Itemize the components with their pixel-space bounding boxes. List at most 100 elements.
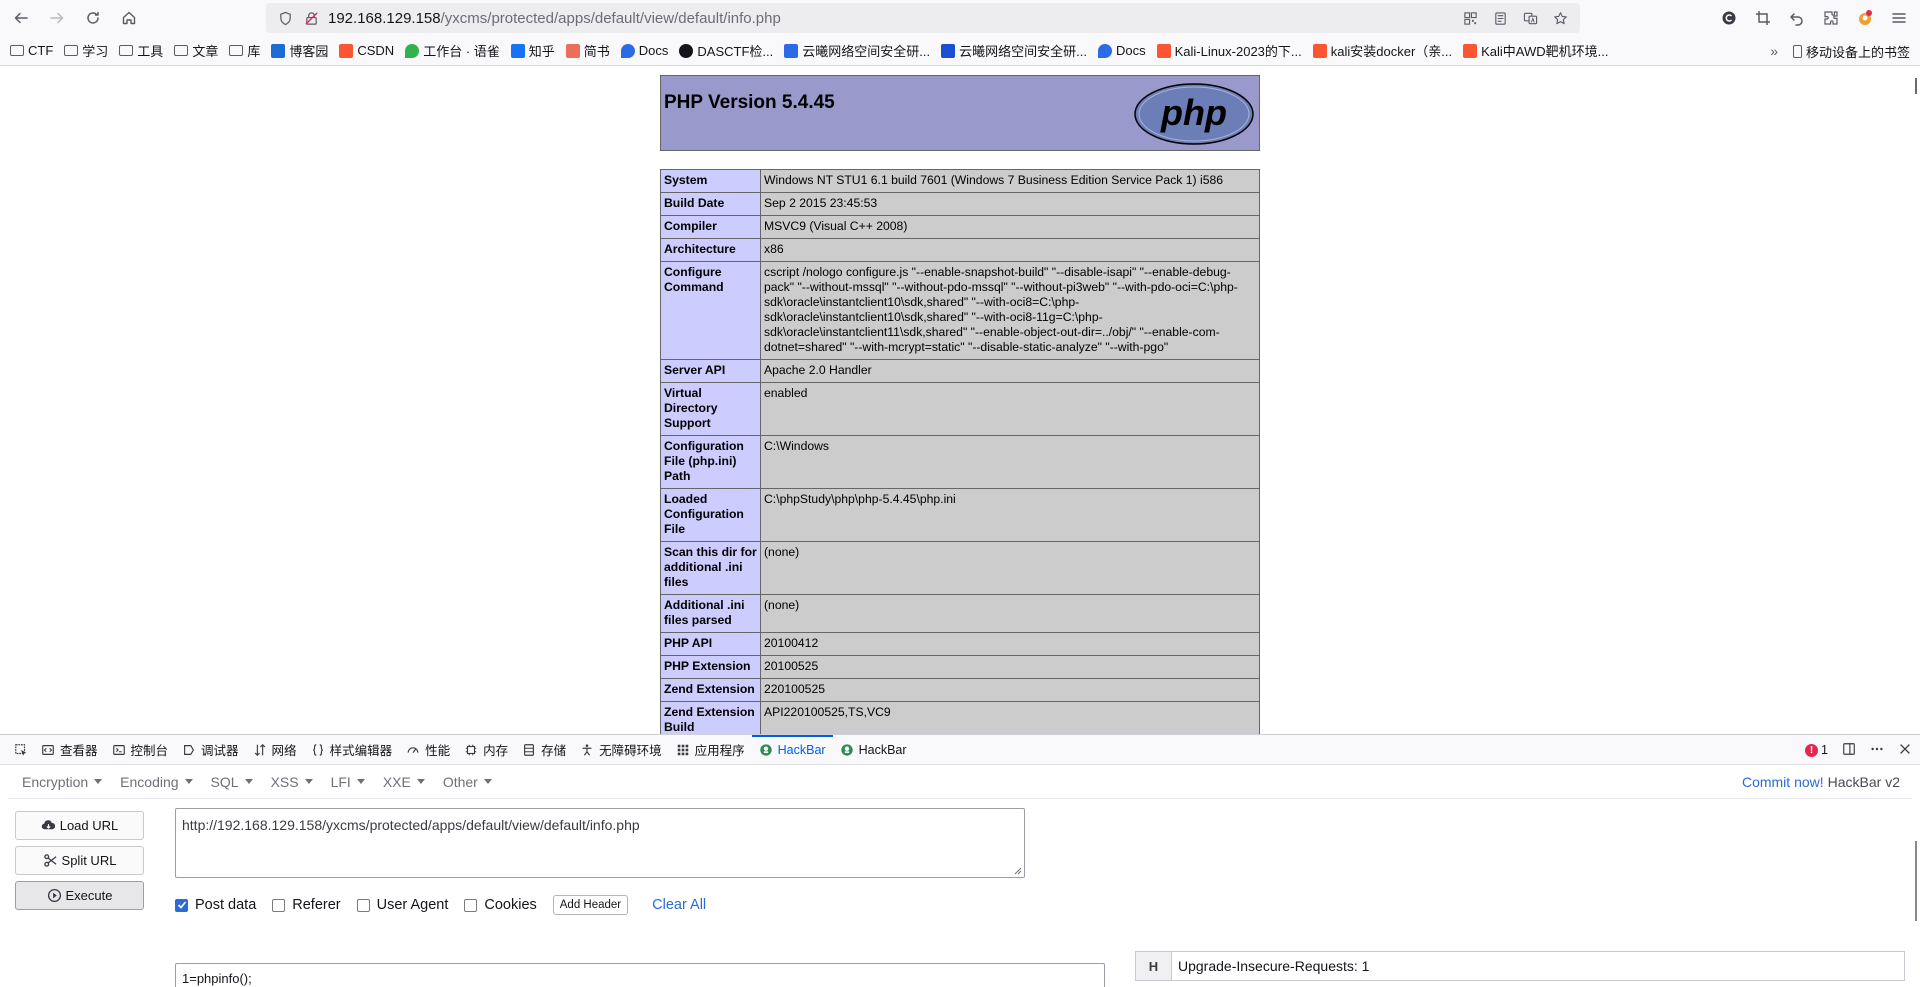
phpinfo-header: PHP Version 5.4.45 php (660, 75, 1260, 151)
reload-button[interactable] (78, 3, 108, 33)
back-button[interactable] (6, 3, 36, 33)
element-picker-button[interactable] (8, 743, 34, 757)
bookmark-item[interactable]: kali安装docker（亲... (1312, 41, 1452, 60)
bookmark-item[interactable]: 博客园 (271, 41, 328, 60)
forward-button[interactable] (42, 3, 72, 33)
bookmark-item[interactable]: 文章 (174, 41, 218, 60)
devtools-tab[interactable]: 调试器 (175, 735, 246, 765)
devtools-tab[interactable]: 应用程序 (669, 735, 752, 765)
devtools-tab[interactable]: HackBar (751, 734, 833, 765)
mobile-bookmarks-folder[interactable]: 移动设备上的书签 (1792, 36, 1910, 65)
extension-c-button[interactable] (1714, 3, 1744, 33)
devtools-tabbar: 查看器 控制台 调试器 网络 样式编辑器 性能 内存 存储 无障碍环境 应用程序 HackBar Ha… (0, 734, 1920, 765)
bookmark-item[interactable]: 简书 (565, 41, 610, 60)
qr-code-button[interactable] (1458, 6, 1482, 30)
bookmark-star-button[interactable] (1548, 6, 1572, 30)
bookmark-item[interactable]: DASCTF检... (679, 41, 773, 60)
page-scrollbar[interactable] (1915, 78, 1917, 94)
translate-button[interactable] (1518, 6, 1542, 30)
arrow-right-icon (50, 12, 64, 24)
url-bar[interactable]: 192.168.129.158/yxcms/protected/apps/def… (266, 3, 1580, 33)
dock-side-button[interactable] (1842, 742, 1856, 759)
bookmark-item[interactable]: 库 (229, 41, 260, 60)
screenshot-crop-button[interactable] (1748, 3, 1778, 33)
bookmark-item[interactable]: CSDN (339, 43, 394, 58)
devtools-scrollbar[interactable] (1915, 841, 1917, 921)
devtools-tab[interactable]: HackBar (833, 735, 914, 765)
console-icon (112, 744, 125, 755)
devtools-tab[interactable]: 无障碍环境 (573, 735, 669, 765)
add-header-button[interactable]: Add Header (552, 895, 629, 915)
hackbar-menu-item[interactable]: XXE (383, 774, 425, 790)
option-checkbox[interactable]: Post data (175, 897, 256, 913)
split-url-button[interactable]: Split URL (15, 846, 144, 875)
checkbox-unchecked-icon[interactable] (356, 898, 370, 912)
option-checkbox[interactable]: Referer (272, 897, 341, 913)
clear-all-link[interactable]: Clear All (652, 897, 706, 913)
hackbar-menu-item[interactable]: XSS (271, 774, 313, 790)
page-viewport[interactable]: PHP Version 5.4.45 php System Windows NT … (0, 66, 1920, 734)
devtools-more-button[interactable] (1870, 742, 1884, 759)
header-entry[interactable]: H Upgrade-Insecure-Requests: 1 (1135, 951, 1905, 981)
extensions-button[interactable] (1816, 3, 1846, 33)
checkbox-unchecked-icon[interactable] (272, 898, 286, 912)
profile-avatar-button[interactable] (1850, 3, 1880, 33)
reader-view-button[interactable] (1488, 6, 1512, 30)
option-checkbox[interactable]: Cookies (464, 897, 537, 913)
devtools-tab[interactable]: 网络 (246, 735, 304, 765)
url-text[interactable]: 192.168.129.158/yxcms/protected/apps/def… (328, 10, 781, 27)
phpinfo-value: enabled (760, 382, 1260, 436)
devtools-tab[interactable]: 性能 (399, 735, 457, 765)
bookmark-item[interactable]: Docs (620, 43, 668, 58)
app-menu-button[interactable] (1884, 3, 1914, 33)
checkbox-unchecked-icon[interactable] (464, 898, 478, 912)
devtools-tab[interactable]: 查看器 (34, 735, 105, 765)
devtools-close-button[interactable] (1898, 742, 1912, 759)
bookmark-item[interactable]: Kali中AWD靶机环境... (1463, 41, 1609, 60)
bookmark-item[interactable]: 云曦网络空间安全研... (784, 41, 930, 60)
phpinfo-table: System Windows NT STU1 6.1 build 7601 (Wi… (660, 169, 1260, 734)
option-checkbox[interactable]: User Agent (356, 897, 448, 913)
url-textarea[interactable]: http://192.168.129.158/yxcms/protected/a… (175, 808, 1025, 878)
error-icon: ! (1805, 743, 1819, 757)
bookmark-item[interactable]: Kali-Linux-2023的下... (1156, 41, 1302, 60)
home-button[interactable] (114, 3, 144, 33)
hackbar-menu-item[interactable]: LFI (331, 774, 365, 790)
execute-button[interactable]: Execute (15, 881, 144, 910)
hackbar-menu-label: Other (442, 773, 478, 790)
undo-button[interactable] (1782, 3, 1812, 33)
shield-icon[interactable] (272, 11, 298, 26)
hackbar-brand: Commit now! HackBar v2 (1742, 765, 1900, 799)
bookmark-item[interactable]: 知乎 (510, 41, 555, 60)
devtools-tab[interactable]: 控制台 (105, 735, 176, 765)
bookmarks-bar: CTF 学习 工具 文章 库 博客园 CSDN 工作台 · 语雀 知乎 简书 Docs DASCTF检… (0, 36, 1920, 66)
bookmark-label: 工作台 · 语雀 (423, 44, 500, 59)
bookmark-label: CSDN (357, 43, 395, 58)
commit-now-link[interactable]: Commit now! (1742, 774, 1824, 790)
phpinfo-value: 20100525 (760, 655, 1260, 679)
bookmark-item[interactable]: 工作台 · 语雀 (405, 41, 500, 60)
double-chevron-right-icon: » (1770, 43, 1778, 59)
bookmark-item[interactable]: CTF (10, 43, 53, 58)
hackbar-menu-item[interactable]: Encryption (22, 774, 103, 790)
bookmark-item[interactable]: 云曦网络空间安全研... (941, 41, 1087, 60)
resize-grip-icon[interactable] (1012, 865, 1022, 875)
hackbar-menu-item[interactable]: Encoding (120, 774, 193, 790)
devtools-tab[interactable]: 内存 (457, 735, 515, 765)
bookmark-item[interactable]: 学习 (64, 41, 108, 60)
hackbar-menu-item[interactable]: Other (443, 774, 492, 790)
bookmark-item[interactable]: 工具 (119, 41, 163, 60)
devtools-tab[interactable]: 样式编辑器 (304, 735, 400, 765)
checkbox-checked-icon[interactable] (175, 898, 188, 912)
error-count-badge[interactable]: ! 1 (1805, 743, 1828, 757)
post-data-textarea[interactable]: 1=phpinfo(); (175, 963, 1105, 987)
bookmark-label: 简书 (583, 44, 610, 59)
load-url-button[interactable]: Load URL (15, 811, 144, 840)
bookmark-item[interactable]: Docs (1097, 43, 1146, 58)
hackbar-menu-item[interactable]: SQL (211, 774, 253, 790)
execute-label: Execute (65, 888, 113, 903)
bookmarks-overflow-button[interactable]: » (1770, 36, 1778, 65)
phpinfo-value: MSVC9 (Visual C++ 2008) (760, 215, 1260, 239)
insecure-lock-icon[interactable] (298, 11, 324, 26)
devtools-tab[interactable]: 存储 (515, 735, 573, 765)
